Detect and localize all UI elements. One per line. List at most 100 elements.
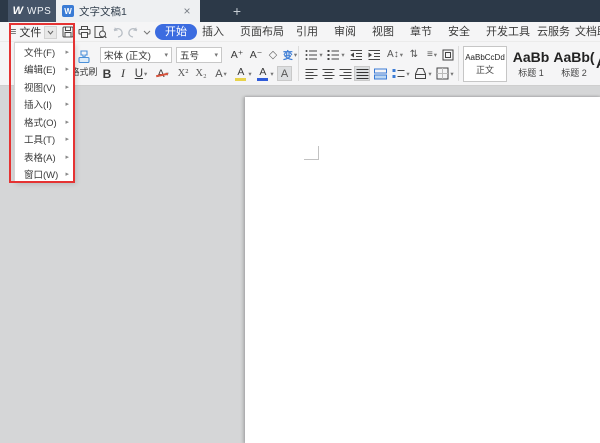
redo-button[interactable] — [126, 25, 140, 39]
distributed-align-icon — [374, 68, 387, 79]
style-sample: AaBb( — [553, 48, 595, 65]
undo-button[interactable] — [110, 25, 124, 39]
menu-item-label: 编辑(E) — [24, 65, 56, 77]
file-menu-item-table[interactable]: 表格(A) ▸ — [15, 148, 73, 166]
paragraph-layout-button[interactable] — [440, 47, 455, 62]
style-sample: AaBb — [512, 48, 550, 65]
submenu-arrow-icon: ▸ — [65, 136, 69, 144]
distributed-align-button[interactable] — [373, 66, 388, 81]
decrease-indent-icon — [350, 49, 362, 60]
align-center-button[interactable] — [321, 66, 336, 81]
ribbon-tab-references[interactable]: 引用 — [296, 24, 318, 40]
style-sample: AaBbCcDd — [465, 52, 505, 62]
file-menu-button[interactable]: ≡ 文件 — [10, 24, 58, 40]
quick-access-more-button[interactable] — [140, 25, 154, 39]
document-page[interactable] — [245, 97, 600, 443]
align-right-button[interactable] — [338, 66, 353, 81]
ribbon-tab-cloud[interactable]: 云服务 — [537, 24, 570, 40]
file-menu-item-edit[interactable]: 编辑(E) ▸ — [15, 61, 73, 79]
align-right-icon — [339, 68, 352, 79]
file-menu-item-format[interactable]: 格式(O) ▸ — [15, 113, 73, 131]
highlight-color-button[interactable]: A ▾ — [233, 66, 253, 81]
strikethrough-icon: A — [156, 68, 169, 80]
font-size-select[interactable]: 五号 ▾ — [176, 47, 222, 63]
print-button[interactable] — [77, 25, 91, 39]
style-heading-3-partial[interactable]: A — [594, 46, 600, 82]
menubar: ≡ 文件 开始 插入 页面布局 引用 审阅 视图 章节 安全 开发工具 云服务 … — [0, 22, 600, 42]
font-name-select[interactable]: 宋体 (正文) ▾ — [100, 47, 172, 63]
ribbon-tab-section[interactable]: 章节 — [410, 24, 432, 40]
shading-button[interactable]: ▾ — [413, 66, 433, 81]
file-menu-item-insert[interactable]: 插入(I) ▸ — [15, 96, 73, 114]
underline-button[interactable]: U ▾ — [131, 66, 151, 81]
file-menu-chevron-button[interactable] — [44, 25, 58, 39]
ribbon-tab-page-layout[interactable]: 页面布局 — [240, 24, 284, 40]
increase-font-button[interactable]: A⁺ — [229, 47, 245, 62]
wps-app-name: WPS — [27, 5, 52, 17]
align-left-button[interactable] — [304, 66, 319, 81]
increase-indent-button[interactable] — [367, 47, 382, 62]
style-normal[interactable]: AaBbCcDd 正文 — [463, 46, 507, 82]
wps-logo-icon: W — [12, 5, 24, 17]
menu-item-label: 表格(A) — [24, 152, 56, 164]
strikethrough-button[interactable]: A▾ — [153, 66, 173, 81]
document-area — [0, 86, 600, 443]
decrease-indent-button[interactable] — [349, 47, 364, 62]
submenu-arrow-icon: ▸ — [65, 101, 69, 109]
font-color-button[interactable]: A ▾ — [255, 66, 275, 81]
file-menu-item-file[interactable]: 文件(F) ▸ — [15, 43, 73, 61]
line-spacing-button[interactable]: ≡ ▾ — [422, 47, 442, 62]
submenu-arrow-icon: ▸ — [65, 83, 69, 91]
numbered-list-button[interactable]: ▾ — [326, 47, 346, 62]
line-numbering-button[interactable]: ▾ — [391, 66, 411, 81]
bold-button[interactable]: B — [100, 66, 114, 81]
text-effects-button[interactable]: A ▾ — [211, 66, 231, 81]
bullet-list-icon — [305, 49, 318, 60]
character-scale-button[interactable]: A↕ ▾ — [385, 47, 405, 62]
borders-icon — [436, 67, 449, 80]
titlebar: W WPS W 文字文稿1 × + — [0, 0, 600, 22]
ribbon-tab-home[interactable]: 开始 — [155, 24, 197, 40]
submenu-arrow-icon: ▸ — [65, 171, 69, 179]
decrease-font-button[interactable]: A⁻ — [248, 47, 264, 62]
subscript-button[interactable]: X₂ — [193, 66, 209, 81]
file-menu-label: 文件 — [19, 27, 42, 39]
style-name: 标题 1 — [518, 67, 544, 78]
ribbon-tab-dev-tools[interactable]: 开发工具 — [486, 24, 530, 40]
superscript-button[interactable]: X² — [175, 66, 191, 81]
ribbon-tab-doc-assistant[interactable]: 文档助手 — [575, 24, 600, 40]
character-shading-button[interactable]: A — [277, 66, 292, 81]
menu-item-label: 窗口(W) — [24, 170, 59, 182]
new-tab-button[interactable]: + — [222, 0, 252, 22]
document-tab[interactable]: W 文字文稿1 × — [56, 0, 200, 22]
justify-button[interactable] — [354, 66, 370, 81]
font-size-value: 五号 — [180, 51, 200, 62]
clear-format-button[interactable]: ◇ — [266, 47, 280, 62]
borders-button[interactable]: ▾ — [435, 66, 455, 81]
phonetic-guide-button[interactable]: 变 ▾ — [281, 47, 299, 62]
chevron-down-icon: ▾ — [214, 52, 218, 59]
file-menu-item-tools[interactable]: 工具(T) ▸ — [15, 131, 73, 149]
submenu-arrow-icon: ▸ — [65, 118, 69, 126]
align-left-icon — [305, 68, 318, 79]
sort-button[interactable]: ⇅ — [406, 47, 422, 62]
chevron-down-icon: ▾ — [164, 52, 168, 59]
style-sample: A — [596, 56, 600, 71]
style-heading-1[interactable]: AaBb 标题 1 — [510, 46, 552, 82]
ribbon-tab-view[interactable]: 视图 — [372, 24, 394, 40]
italic-button[interactable]: I — [117, 66, 129, 81]
bullet-list-button[interactable]: ▾ — [304, 47, 324, 62]
style-heading-2[interactable]: AaBb( 标题 2 — [553, 46, 595, 82]
file-menu-item-view[interactable]: 视图(V) ▸ — [15, 78, 73, 96]
save-button[interactable] — [61, 25, 75, 39]
file-menu-item-window[interactable]: 窗口(W) ▸ — [15, 166, 73, 184]
ribbon-tab-review[interactable]: 审阅 — [334, 24, 356, 40]
line-numbering-icon — [392, 68, 405, 78]
wps-home-button[interactable]: W WPS — [8, 0, 56, 22]
ribbon-tab-security[interactable]: 安全 — [448, 24, 470, 40]
tab-close-icon[interactable]: × — [180, 4, 194, 18]
ribbon-tab-insert[interactable]: 插入 — [202, 24, 224, 40]
highlight-icon: A — [234, 66, 247, 81]
print-preview-button[interactable] — [93, 25, 107, 39]
save-icon — [62, 26, 74, 38]
